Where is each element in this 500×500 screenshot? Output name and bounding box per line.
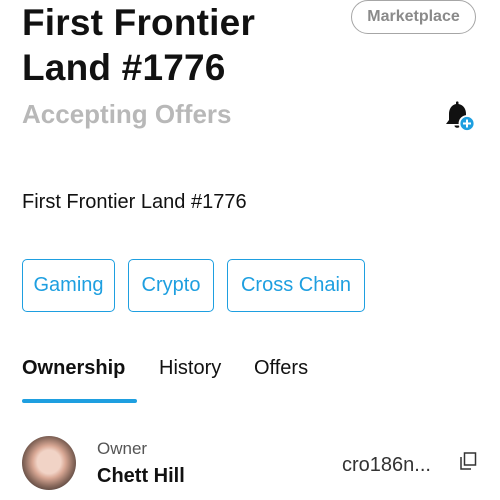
page-title-line2: Land #1776 [22,47,226,88]
owner-avatar[interactable] [22,436,76,490]
tab-ownership[interactable]: Ownership [22,357,125,380]
owner-name[interactable]: Chett Hill [97,465,185,488]
tag-cross-chain[interactable]: Cross Chain [227,259,365,312]
page-title-line1: First Frontier [22,2,256,43]
tab-history[interactable]: History [159,357,221,380]
copy-address-button[interactable] [459,452,477,470]
bell-plus-icon [446,101,476,132]
tag-crypto[interactable]: Crypto [128,259,214,312]
tag-gaming[interactable]: Gaming [22,259,115,312]
page-title: First Frontier Land #1776 [22,0,342,90]
owner-label: Owner [97,439,148,458]
active-tab-indicator [22,399,137,403]
tab-offers[interactable]: Offers [254,357,308,380]
copy-icon [460,452,477,470]
status-label: Accepting Offers [22,99,232,129]
marketplace-button[interactable]: Marketplace [351,0,476,34]
asset-description: First Frontier Land #1776 [22,191,247,213]
owner-address: cro186n... [342,454,431,476]
notify-bell-button[interactable] [442,99,476,133]
